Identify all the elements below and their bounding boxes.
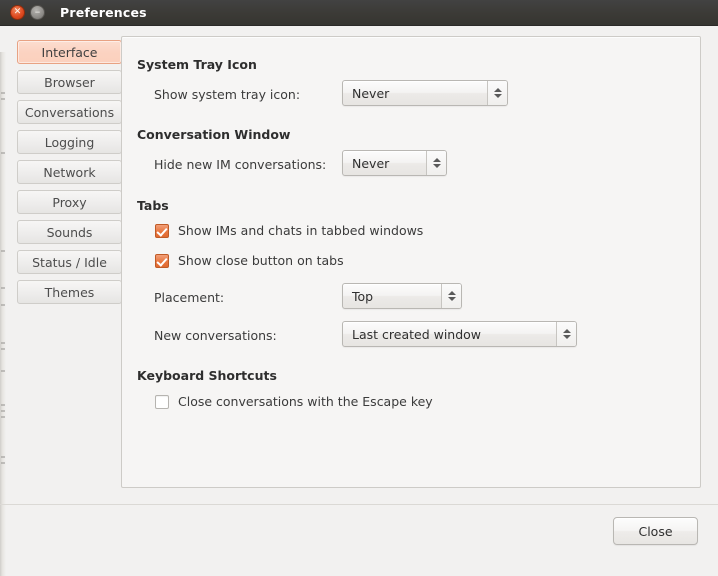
window-minimize-icon[interactable]: –	[30, 5, 45, 20]
section-heading-tabs: Tabs	[137, 198, 169, 213]
section-heading-system-tray: System Tray Icon	[137, 57, 257, 72]
spinner-arrows[interactable]	[556, 322, 576, 346]
checkbox-show-close-button[interactable]	[155, 253, 169, 268]
chevron-up-icon	[493, 88, 502, 92]
sidebar-item-label: Network	[43, 164, 96, 180]
dropdown-value: Never	[352, 155, 390, 171]
sidebar-item-proxy[interactable]: Proxy	[17, 190, 122, 214]
chevron-up-icon	[447, 291, 456, 295]
dropdown-value: Last created window	[352, 326, 482, 342]
sidebar-item-label: Conversations	[24, 104, 115, 120]
close-button[interactable]: Close	[613, 517, 698, 545]
sidebar-item-network[interactable]: Network	[17, 160, 122, 184]
checkbox-close-conversations-escape[interactable]	[155, 394, 169, 409]
minimize-glyph: –	[34, 5, 41, 18]
chevron-down-icon	[432, 164, 441, 168]
checkbox-row-escape-key[interactable]: Close conversations with the Escape key	[155, 394, 433, 409]
spinner-arrows[interactable]	[426, 151, 446, 175]
sidebar-item-label: Status / Idle	[32, 254, 107, 270]
sidebar-item-interface[interactable]: Interface	[17, 40, 122, 64]
chevron-down-icon	[562, 335, 571, 339]
sidebar-item-label: Interface	[41, 44, 98, 60]
close-glyph: ✕	[13, 7, 22, 17]
section-heading-conversation-window: Conversation Window	[137, 127, 291, 142]
preferences-sidebar: Interface Browser Conversations Logging …	[17, 40, 122, 310]
sidebar-item-label: Logging	[44, 134, 95, 150]
footer-separator	[0, 504, 718, 505]
sidebar-item-browser[interactable]: Browser	[17, 70, 122, 94]
sidebar-item-status-idle[interactable]: Status / Idle	[17, 250, 122, 274]
checkbox-row-show-close-button[interactable]: Show close button on tabs	[155, 253, 344, 268]
preferences-window: ✕ – Preferences Interface Browser Conver…	[0, 0, 718, 576]
window-titlebar: ✕ – Preferences	[0, 0, 718, 26]
label-new-conversations: New conversations:	[154, 328, 277, 343]
dropdown-show-system-tray-icon[interactable]: Never	[342, 80, 508, 106]
dropdown-hide-new-im-conversations[interactable]: Never	[342, 150, 447, 176]
close-button-label: Close	[638, 523, 673, 539]
spinner-arrows[interactable]	[441, 284, 461, 308]
checkbox-label: Close conversations with the Escape key	[178, 394, 433, 409]
label-placement: Placement:	[154, 290, 225, 305]
dropdown-placement[interactable]: Top	[342, 283, 462, 309]
spinner-arrows[interactable]	[487, 81, 507, 105]
chevron-down-icon	[447, 297, 456, 301]
checkbox-show-tabbed-windows[interactable]	[155, 223, 169, 238]
label-show-system-tray-icon: Show system tray icon:	[154, 87, 301, 102]
window-left-edge	[0, 52, 6, 576]
sidebar-item-conversations[interactable]: Conversations	[17, 100, 122, 124]
window-body: Interface Browser Conversations Logging …	[0, 26, 718, 576]
checkbox-label: Show close button on tabs	[178, 253, 344, 268]
checkbox-label: Show IMs and chats in tabbed windows	[178, 223, 424, 238]
label-hide-new-im-conversations: Hide new IM conversations:	[154, 157, 327, 172]
sidebar-item-label: Browser	[44, 74, 95, 90]
sidebar-item-sounds[interactable]: Sounds	[17, 220, 122, 244]
section-heading-keyboard-shortcuts: Keyboard Shortcuts	[137, 368, 277, 383]
sidebar-item-label: Themes	[44, 284, 95, 300]
chevron-up-icon	[562, 329, 571, 333]
window-close-icon[interactable]: ✕	[10, 5, 25, 20]
checkbox-row-show-tabbed-windows[interactable]: Show IMs and chats in tabbed windows	[155, 223, 423, 238]
chevron-down-icon	[493, 94, 502, 98]
chevron-up-icon	[432, 158, 441, 162]
sidebar-item-themes[interactable]: Themes	[17, 280, 122, 304]
dropdown-value: Never	[352, 85, 390, 101]
sidebar-item-label: Proxy	[52, 194, 87, 210]
interface-settings-panel: System Tray Icon Show system tray icon: …	[121, 36, 701, 488]
sidebar-item-logging[interactable]: Logging	[17, 130, 122, 154]
dropdown-new-conversations[interactable]: Last created window	[342, 321, 577, 347]
sidebar-item-label: Sounds	[46, 224, 93, 240]
window-title: Preferences	[60, 5, 147, 20]
dropdown-value: Top	[352, 288, 374, 304]
